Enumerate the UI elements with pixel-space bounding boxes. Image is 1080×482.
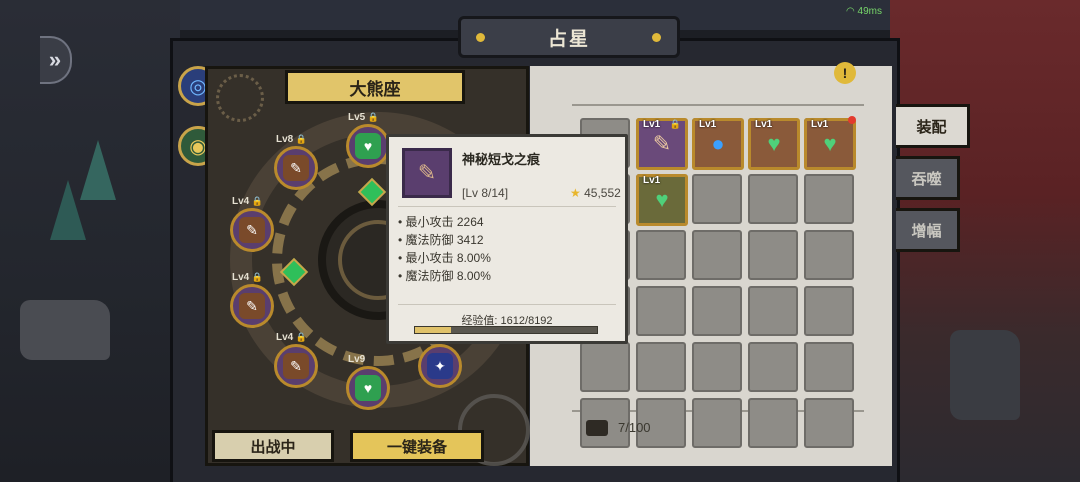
- tooltip-item-level: [Lv 8/14]: [462, 186, 509, 200]
- item-level: Lv1: [643, 119, 661, 130]
- ping-text: 49ms: [857, 6, 882, 17]
- heart-gem-icon: ♥: [355, 375, 381, 401]
- lock-icon: 🔒: [249, 196, 263, 206]
- inventory-slot[interactable]: [748, 398, 798, 448]
- dagger-gem-icon: ✎: [239, 217, 265, 243]
- divider: [398, 206, 616, 207]
- new-item-badge: [848, 116, 856, 124]
- lock-icon: 🔒: [365, 112, 379, 122]
- slot-level: Lv4 🔒: [232, 272, 263, 283]
- inventory-item[interactable]: Lv1 ●: [692, 118, 744, 170]
- constellation-slot[interactable]: ✎: [274, 146, 318, 190]
- inventory-slot[interactable]: [748, 230, 798, 280]
- machine-decoration: [950, 330, 1020, 420]
- item-level: Lv1: [811, 119, 829, 130]
- tooltip-stat: • 魔法防御 3412: [398, 233, 484, 247]
- in-battle-button[interactable]: 出战中: [212, 430, 334, 462]
- slot-level: Lv4 🔒: [276, 332, 307, 343]
- lock-icon: 🔒: [669, 119, 681, 129]
- constellation-slot[interactable]: ✎: [274, 344, 318, 388]
- inventory-slot[interactable]: [692, 174, 742, 224]
- inventory-count: 7/100: [618, 420, 651, 435]
- slot-level: Lv5 🔒: [348, 112, 379, 123]
- page-title: 占星: [458, 16, 680, 58]
- constellation-name: 大熊座: [285, 70, 465, 104]
- inventory-item[interactable]: Lv1 ♥: [748, 118, 800, 170]
- constellation-slot[interactable]: ✦: [418, 344, 462, 388]
- tooltip-item-name: 神秘短戈之痕: [462, 152, 541, 167]
- item-level: Lv1: [699, 119, 717, 130]
- inventory-slot[interactable]: [636, 230, 686, 280]
- dagger-gem-icon: ✎: [283, 353, 309, 379]
- slot-level: Lv4 🔒: [232, 196, 263, 207]
- item-level: Lv1: [755, 119, 773, 130]
- heart-gem-icon: ♥: [655, 187, 669, 212]
- inventory-slot[interactable]: [804, 286, 854, 336]
- equip-all-button[interactable]: 一键装备: [350, 430, 484, 462]
- dagger-gem-icon: ✎: [283, 155, 309, 181]
- wifi-ping: ◠ 49ms: [846, 6, 882, 17]
- exp-progress-bar: [414, 326, 598, 334]
- tooltip-stat: • 魔法防御 8.00%: [398, 269, 491, 283]
- inventory-slot[interactable]: [748, 342, 798, 392]
- tooltip-stat: • 最小攻击 2264: [398, 215, 484, 229]
- inventory-slot[interactable]: [636, 286, 686, 336]
- rock-decoration: [20, 300, 110, 360]
- dagger-gem-icon: ✎: [652, 131, 672, 156]
- lock-icon: 🔒: [293, 332, 307, 342]
- tab-devour[interactable]: 吞噬: [896, 156, 960, 200]
- tooltip-item-icon: ✎: [402, 148, 452, 198]
- wifi-icon: ◠: [846, 6, 855, 17]
- inventory-slot[interactable]: [636, 342, 686, 392]
- sword-gem-icon: ✦: [427, 353, 453, 379]
- inventory-slot[interactable]: [692, 342, 742, 392]
- star-icon: ★: [570, 186, 581, 200]
- inventory-item[interactable]: Lv1 ♥: [804, 118, 856, 170]
- heart-gem-icon: ♥: [823, 131, 837, 156]
- lock-icon: 🔒: [293, 134, 307, 144]
- inventory-slot[interactable]: [804, 174, 854, 224]
- dagger-gem-icon: ✎: [239, 293, 265, 319]
- title-ornament: [652, 33, 661, 42]
- chevron-right-icon: »: [48, 47, 62, 72]
- slot-level: Lv8 🔒: [276, 134, 307, 145]
- constellation-slot[interactable]: ✎: [230, 284, 274, 328]
- constellation-slot[interactable]: ♥: [346, 124, 390, 168]
- divider: [398, 304, 616, 305]
- inventory-item[interactable]: Lv1 🔒 ✎: [636, 118, 688, 170]
- constellation-slot[interactable]: ♥: [346, 366, 390, 410]
- slot-level: Lv9: [348, 354, 366, 365]
- background-scenery-left: [0, 0, 180, 482]
- plant-decoration: [80, 140, 116, 200]
- sun-ornament: [216, 74, 264, 122]
- lock-icon: 🔒: [249, 272, 263, 282]
- dagger-icon: ✎: [417, 160, 437, 185]
- item-level: Lv1: [643, 175, 661, 186]
- water-gem-icon: ●: [711, 131, 725, 156]
- tab-equip[interactable]: 装配: [896, 104, 970, 148]
- inventory-slot[interactable]: [692, 398, 742, 448]
- heart-gem-icon: ♥: [355, 133, 381, 159]
- exp-progress-fill: [415, 327, 451, 333]
- inventory-slot[interactable]: [748, 174, 798, 224]
- inventory-slot[interactable]: [692, 286, 742, 336]
- divider: [572, 104, 864, 106]
- inventory-slot[interactable]: [580, 342, 630, 392]
- inventory-item[interactable]: Lv1 ♥: [636, 174, 688, 226]
- inventory-count-capacity: /100: [625, 420, 651, 435]
- chest-icon: [586, 420, 608, 436]
- inventory-slot[interactable]: [804, 230, 854, 280]
- tooltip-stat: • 最小攻击 8.00%: [398, 251, 491, 265]
- tooltip-power: ★ 45,552: [570, 186, 621, 200]
- inventory-slot[interactable]: [804, 342, 854, 392]
- inventory-slot[interactable]: [692, 230, 742, 280]
- inventory-slot[interactable]: [804, 398, 854, 448]
- constellation-slot[interactable]: ✎: [230, 208, 274, 252]
- tab-amplify[interactable]: 增幅: [896, 208, 960, 252]
- alert-icon[interactable]: !: [834, 62, 856, 84]
- title-ornament: [476, 33, 485, 42]
- heart-gem-icon: ♥: [767, 131, 781, 156]
- inventory-slot[interactable]: [748, 286, 798, 336]
- tooltip-power-value: 45,552: [584, 186, 621, 200]
